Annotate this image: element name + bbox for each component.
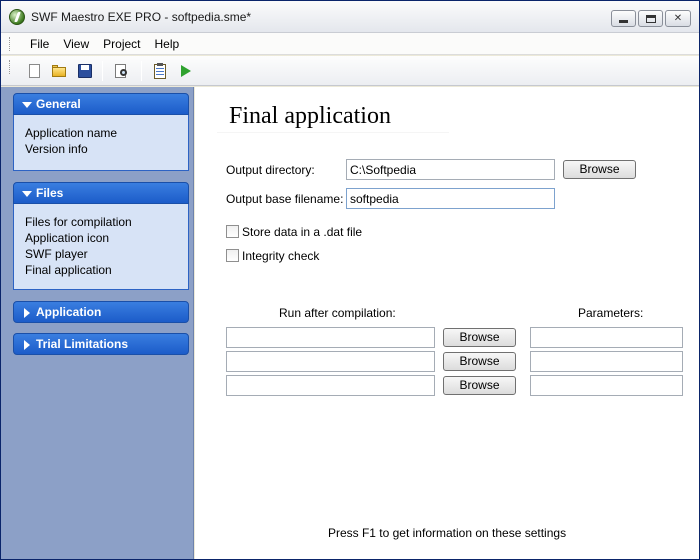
output-base-filename-field[interactable] [346,188,555,209]
run-parameters-field[interactable] [530,375,683,396]
menu-view[interactable]: View [56,35,96,53]
run-path-field[interactable] [226,375,435,396]
browse-run-button[interactable]: Browse [443,352,516,371]
toolbar-separator [141,61,142,81]
toolbar-separator [102,61,103,81]
menu-file[interactable]: File [23,35,56,53]
store-dat-checkbox[interactable] [226,225,239,238]
menu-project[interactable]: Project [96,35,147,53]
minimize-icon [619,20,628,23]
sidebar-item-final-application[interactable]: Final application [25,262,188,278]
close-button[interactable]: ✕ [665,10,691,27]
browse-run-button[interactable]: Browse [443,376,516,395]
sidebar-item-files-for-compilation[interactable]: Files for compilation [25,214,188,230]
run-path-field[interactable] [226,327,435,348]
browse-run-button[interactable]: Browse [443,328,516,347]
group-header-application[interactable]: Application [13,301,189,323]
sidebar-item-application-name[interactable]: Application name [25,125,188,141]
sidebar-item-version-info[interactable]: Version info [25,141,188,157]
output-directory-label: Output directory: [226,163,315,177]
run-path-field[interactable] [226,351,435,372]
parameters-header: Parameters: [578,306,644,320]
group-header-files[interactable]: Files [13,182,189,204]
run-after-compilation-header: Run after compilation: [279,306,396,320]
output-directory-field[interactable] [346,159,555,180]
chevron-down-icon [22,102,32,108]
sidebar-item-application-icon[interactable]: Application icon [25,230,188,246]
group-label: Application [36,305,102,319]
open-folder-icon[interactable] [51,63,67,79]
app-icon [9,9,25,25]
properties-icon[interactable] [152,63,168,79]
title-bar[interactable]: SWF Maestro EXE PRO - softpedia.sme* ✕ [1,1,699,33]
run-parameters-field[interactable] [530,351,683,372]
maximize-button[interactable] [638,10,663,27]
output-base-filename-label: Output base filename: [226,192,344,206]
menu-help[interactable]: Help [148,35,187,53]
group-body-files: Files for compilation Application icon S… [13,204,189,290]
sidebar-item-swf-player[interactable]: SWF player [25,246,188,262]
browse-output-directory-button[interactable]: Browse [563,160,636,179]
window-title: SWF Maestro EXE PRO - softpedia.sme* [31,10,252,24]
menu-grip [9,37,12,51]
run-parameters-field[interactable] [530,327,683,348]
window-controls: ✕ [611,10,691,27]
save-icon[interactable] [77,63,93,79]
title-divider [217,132,449,133]
page-title: Final application [229,103,391,129]
app-window: SWF Maestro EXE PRO - softpedia.sme* ✕ F… [0,0,700,560]
toolbar [1,56,699,86]
main-panel: Final application Output directory: Brow… [195,87,699,559]
menu-bar: File View Project Help [1,33,699,55]
integrity-check-checkbox[interactable] [226,249,239,262]
new-icon[interactable] [27,63,43,79]
group-label: Files [36,186,64,200]
help-hint: Press F1 to get information on these set… [327,526,567,540]
chevron-right-icon [24,308,30,318]
group-body-general: Application name Version info [13,115,189,171]
maximize-icon [645,14,656,23]
group-label: Trial Limitations [36,337,129,351]
toolbar-grip [9,60,12,74]
sidebar: General Application name Version info Fi… [1,87,194,559]
run-icon[interactable] [178,63,194,79]
close-icon: ✕ [673,13,683,24]
integrity-check-label: Integrity check [242,249,320,263]
group-header-trial-limitations[interactable]: Trial Limitations [13,333,189,355]
group-header-general[interactable]: General [13,93,189,115]
print-preview-icon[interactable] [114,63,130,79]
chevron-down-icon [22,191,32,197]
minimize-button[interactable] [611,10,636,27]
group-label: General [36,97,81,111]
store-dat-label: Store data in a .dat file [242,225,363,239]
chevron-right-icon [24,340,30,350]
